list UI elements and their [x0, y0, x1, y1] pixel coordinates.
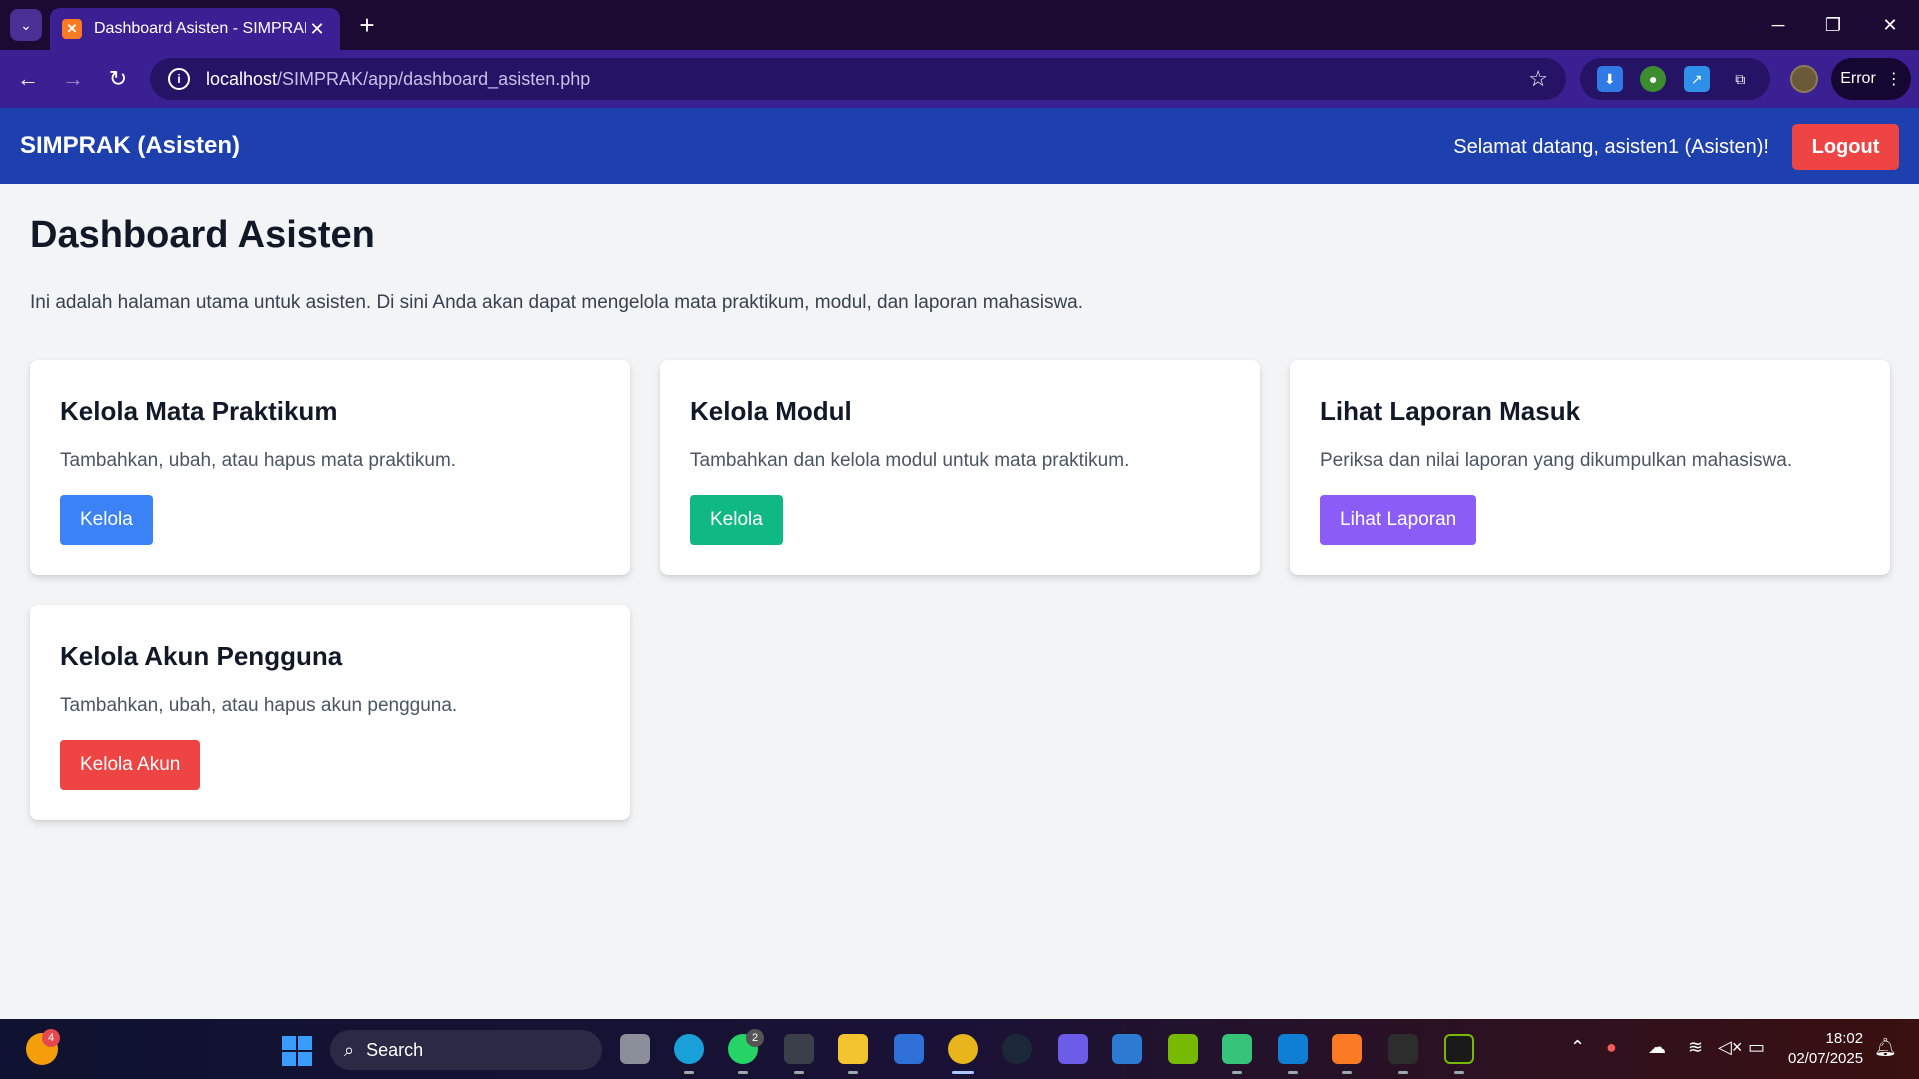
card-kelola-mata-praktikum: Kelola Mata Praktikum Tambahkan, ubah, a… — [30, 360, 630, 575]
terminal-icon[interactable] — [1388, 1034, 1418, 1064]
windows-start-icon[interactable] — [282, 1036, 312, 1066]
bookmark-star-icon[interactable]: ☆ — [1528, 66, 1548, 92]
chrome-active-indicator — [952, 1071, 974, 1074]
extensions-group: ⬇ ● ↗ ⧉ — [1580, 58, 1770, 100]
mcafee-tray-icon[interactable]: ● — [1606, 1037, 1617, 1058]
puzzle-extensions-icon[interactable]: ⧉ — [1727, 66, 1753, 92]
unity-indicator — [794, 1071, 804, 1074]
download-extension-icon[interactable]: ⬇ — [1596, 66, 1623, 92]
close-window-icon[interactable]: ✕ — [1870, 8, 1910, 42]
android-studio-indicator — [1232, 1071, 1242, 1074]
chart-extension-icon[interactable]: ↗ — [1683, 66, 1710, 92]
site-info-icon[interactable]: i — [168, 68, 190, 90]
kelola-modul-button[interactable]: Kelola — [690, 495, 783, 545]
windows-taskbar: 4 ⌕ Search 2 ⌃ ● ☁ ≋ ◁× ▭ 18:02 02/07/20… — [0, 1019, 1919, 1079]
edge-icon[interactable] — [674, 1034, 704, 1064]
vscode-icon[interactable] — [1278, 1034, 1308, 1064]
card-title: Kelola Akun Pengguna — [60, 641, 343, 671]
tab-search-menu-button[interactable]: ⌄ — [10, 9, 42, 41]
card-lihat-laporan: Lihat Laporan Masuk Periksa dan nilai la… — [1290, 360, 1890, 575]
card-title: Kelola Mata Praktikum — [60, 396, 338, 426]
android-studio-icon[interactable] — [1222, 1034, 1252, 1064]
search-label: Search — [366, 1039, 424, 1060]
globe-extension-icon[interactable]: ● — [1640, 66, 1667, 92]
wifi-icon[interactable]: ≋ — [1688, 1037, 1703, 1058]
browser-tab-active[interactable]: ✕ Dashboard Asisten - SIMPRAK ✕ — [50, 8, 340, 50]
taskbar-search[interactable]: ⌕ Search — [330, 1030, 602, 1070]
card-description: Tambahkan dan kelola modul untuk mata pr… — [690, 450, 1130, 471]
card-title: Lihat Laporan Masuk — [1320, 396, 1581, 426]
card-kelola-modul: Kelola Modul Tambahkan dan kelola modul … — [660, 360, 1260, 575]
card-title: Kelola Modul — [690, 396, 852, 426]
chrome-icon[interactable] — [948, 1034, 978, 1064]
xampp-taskbar-icon[interactable] — [1332, 1034, 1362, 1064]
card-kelola-akun: Kelola Akun Pengguna Tambahkan, ubah, at… — [30, 605, 630, 820]
whatsapp-badge: 2 — [746, 1029, 764, 1047]
edge-indicator — [684, 1071, 694, 1074]
restore-icon[interactable]: ❐ — [1813, 8, 1853, 42]
url-path: /SIMPRAK/app/dashboard_asisten.php — [277, 68, 591, 89]
back-arrow-icon[interactable]: ← — [12, 63, 44, 95]
profile-avatar[interactable] — [1790, 65, 1818, 93]
widget-badge: 4 — [42, 1029, 60, 1047]
xampp-indicator — [1342, 1071, 1352, 1074]
browser-tab-bar: ⌄ ✕ Dashboard Asisten - SIMPRAK ✕ + ─ ❐ … — [0, 0, 1919, 50]
minimize-icon[interactable]: ─ — [1758, 8, 1798, 42]
onedrive-error-icon[interactable]: ☁ — [1648, 1037, 1666, 1058]
explorer-indicator — [848, 1071, 858, 1074]
url-text[interactable]: localhost/SIMPRAK/app/dashboard_asisten.… — [206, 69, 1528, 90]
new-tab-button[interactable]: + — [352, 10, 382, 40]
address-bar[interactable]: i localhost/SIMPRAK/app/dashboard_asiste… — [150, 58, 1566, 100]
terminal-indicator — [1398, 1071, 1408, 1074]
card-description: Tambahkan, ubah, atau hapus mata praktik… — [60, 450, 457, 471]
whatsapp-indicator — [738, 1071, 748, 1074]
forward-arrow-icon[interactable]: → — [57, 63, 89, 95]
app-brand[interactable]: SIMPRAK (Asisten) — [20, 132, 240, 160]
kelola-mata-praktikum-button[interactable]: Kelola — [60, 495, 153, 545]
microsoft-store-icon[interactable] — [894, 1034, 924, 1064]
steam-icon[interactable] — [1002, 1034, 1032, 1064]
browser-toolbar: ← → ↻ i localhost/SIMPRAK/app/dashboard_… — [0, 50, 1919, 108]
logout-button[interactable]: Logout — [1792, 124, 1899, 170]
reload-icon[interactable]: ↻ — [102, 63, 134, 95]
unity-icon[interactable] — [784, 1034, 814, 1064]
card-description: Periksa dan nilai laporan yang dikumpulk… — [1320, 450, 1793, 471]
notification-bell-icon[interactable]: 🔔︎ — [1874, 1037, 1897, 1058]
page-description: Ini adalah halaman utama untuk asisten. … — [30, 292, 1084, 313]
tab-close-icon[interactable]: ✕ — [306, 19, 328, 40]
geforce-icon[interactable] — [1444, 1034, 1474, 1064]
nvidia-icon[interactable] — [1168, 1034, 1198, 1064]
app-header: SIMPRAK (Asisten) Selamat datang, asiste… — [0, 108, 1919, 184]
card-description: Tambahkan, ubah, atau hapus akun penggun… — [60, 695, 458, 716]
lihat-laporan-button[interactable]: Lihat Laporan — [1320, 495, 1477, 545]
battery-icon[interactable]: ▭ — [1748, 1037, 1765, 1058]
tab-title: Dashboard Asisten - SIMPRAK — [94, 20, 306, 37]
photos-icon[interactable] — [1112, 1034, 1142, 1064]
tray-overflow-chevron-icon[interactable]: ⌃ — [1570, 1037, 1585, 1058]
profile-error-button[interactable]: Error ⋮ — [1831, 58, 1911, 100]
clock-time: 18:02 — [1825, 1030, 1864, 1047]
page-title: Dashboard Asisten — [30, 214, 375, 256]
volume-muted-icon[interactable]: ◁× — [1718, 1037, 1742, 1058]
task-view-icon[interactable] — [620, 1034, 650, 1064]
kelola-akun-button[interactable]: Kelola Akun — [60, 740, 201, 790]
url-host: localhost — [206, 68, 278, 89]
vscode-indicator — [1288, 1071, 1298, 1074]
xampp-icon: ✕ — [62, 19, 82, 39]
more-vert-icon: ⋮ — [1885, 71, 1902, 88]
wattpad-icon[interactable] — [1058, 1034, 1088, 1064]
welcome-message: Selamat datang, asisten1 (Asisten)! — [1453, 136, 1769, 158]
clock-date: 02/07/2025 — [1788, 1050, 1864, 1067]
geforce-indicator — [1454, 1071, 1464, 1074]
taskbar-clock[interactable]: 18:02 02/07/2025 — [1788, 1029, 1863, 1069]
search-icon: ⌕ — [344, 1039, 355, 1060]
profile-status-label: Error — [1840, 70, 1876, 87]
file-explorer-icon[interactable] — [838, 1034, 868, 1064]
